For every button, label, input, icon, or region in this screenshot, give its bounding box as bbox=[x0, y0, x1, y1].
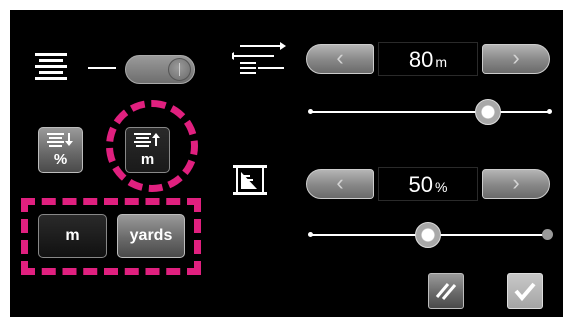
checkmark-icon bbox=[514, 282, 536, 302]
percent-stepper[interactable]: ‹ 50% › bbox=[306, 167, 551, 201]
meters-mode-label: m bbox=[140, 151, 155, 168]
distance-slider-max bbox=[547, 109, 552, 114]
lines-down-icon bbox=[47, 133, 73, 147]
settings-panel: % m m yards ‹ 80 m › ‹ 50 % › bbox=[10, 10, 563, 317]
distance-number: 80 bbox=[408, 47, 434, 72]
unit-m-button[interactable]: m bbox=[38, 214, 107, 258]
percent-unit: % bbox=[435, 179, 448, 195]
distance-slider-thumb[interactable] bbox=[474, 99, 501, 125]
distance-unit: m bbox=[435, 54, 448, 70]
toggle-knob[interactable] bbox=[168, 58, 191, 81]
percent-number: 50 bbox=[408, 172, 434, 197]
percent-mode-button[interactable]: % bbox=[38, 127, 83, 173]
distance-lines-icon bbox=[232, 42, 286, 74]
percent-value: 50% bbox=[378, 167, 478, 201]
distance-stepper[interactable]: ‹ 80 m › bbox=[306, 42, 551, 76]
percent-increase-button[interactable]: › bbox=[482, 169, 550, 199]
unit-yards-button[interactable]: yards bbox=[117, 214, 185, 258]
percent-slider-thumb[interactable] bbox=[414, 222, 441, 248]
confirm-button[interactable] bbox=[507, 273, 543, 309]
reset-slash-icon bbox=[435, 283, 457, 300]
percent-frame-icon bbox=[233, 165, 267, 195]
distance-value: 80 m bbox=[378, 42, 478, 76]
toggle-dash bbox=[88, 67, 116, 69]
distance-increase-button[interactable]: › bbox=[482, 44, 550, 74]
percent-mode-label: % bbox=[53, 151, 68, 168]
lines-up-icon bbox=[134, 133, 160, 147]
distance-decrease-button[interactable]: ‹ bbox=[306, 44, 374, 74]
align-lines-icon bbox=[35, 53, 67, 80]
align-toggle[interactable] bbox=[125, 55, 195, 84]
distance-slider-track[interactable] bbox=[311, 111, 550, 113]
percent-decrease-button[interactable]: ‹ bbox=[306, 169, 374, 199]
percent-slider-max bbox=[542, 229, 553, 240]
meters-mode-button[interactable]: m bbox=[125, 127, 170, 173]
reset-button[interactable] bbox=[428, 273, 464, 309]
